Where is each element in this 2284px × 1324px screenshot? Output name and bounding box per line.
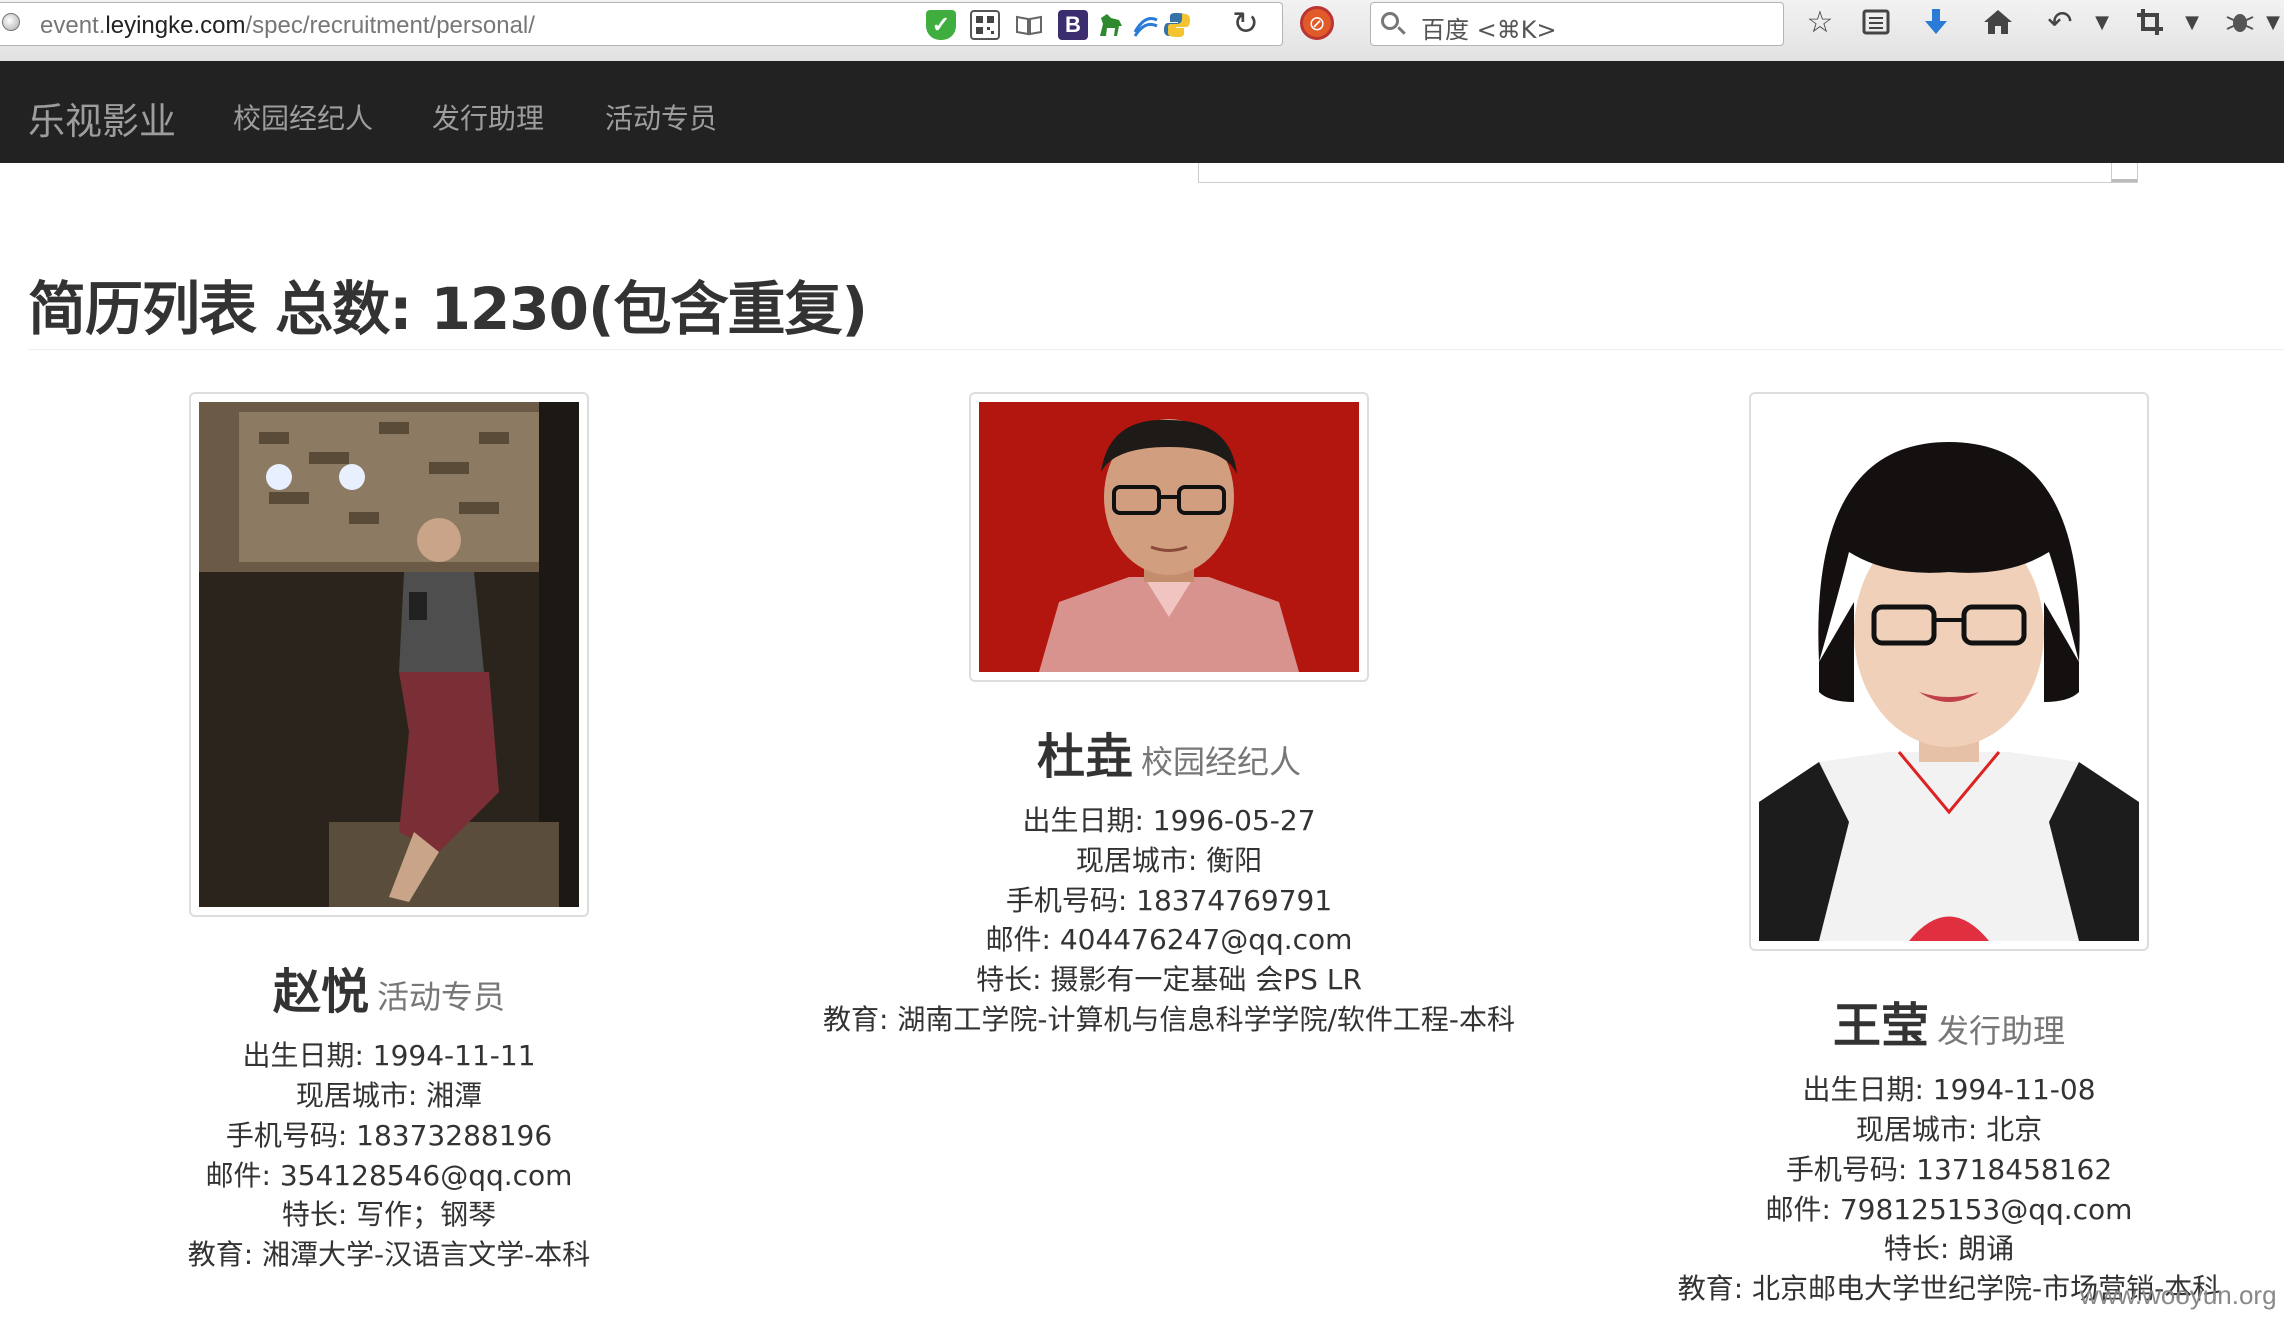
address-text[interactable]: event.leyingke.com/spec/recruitment/pers… (40, 12, 535, 40)
brand-logo-text[interactable]: 乐视影业 (28, 91, 176, 145)
reload-icon[interactable]: ↻ (1232, 4, 1259, 42)
candidate-birth: 出生日期: 1994-11-11 (242, 1039, 536, 1072)
bootstrap-icon[interactable]: B (1058, 10, 1088, 40)
divider (28, 349, 2284, 350)
block-icon[interactable]: ⊘ (1300, 6, 1334, 40)
candidate-skill: 特长: 朗诵 (1883, 1232, 2015, 1265)
candidate-photo-frame[interactable] (1749, 392, 2149, 951)
back-history-icon[interactable]: ↶ (2040, 2, 2080, 42)
dropdown-arrow-icon[interactable]: ▼ (2172, 2, 2212, 42)
candidate-phone: 手机号码: 18373288196 (225, 1119, 553, 1152)
candidate-role: 活动专员 (377, 978, 506, 1016)
candidate-photo-frame[interactable] (189, 392, 589, 917)
candidate-birth: 出生日期: 1996-05-27 (1022, 804, 1316, 837)
python-icon[interactable] (1162, 10, 1192, 40)
page-title: 简历列表 总数: 1230(包含重复) (28, 275, 868, 343)
nav-link-event-specialist[interactable]: 活动专员 (605, 97, 717, 137)
browser-toolbar: event.leyingke.com/spec/recruitment/pers… (0, 0, 2284, 62)
candidate-photo (979, 402, 1359, 672)
candidate-city: 现居城市: 北京 (1855, 1113, 2043, 1146)
candidate-phone: 手机号码: 18374769791 (1005, 884, 1333, 917)
candidate-city: 现居城市: 湘潭 (295, 1079, 483, 1112)
qr-code-icon[interactable] (970, 10, 1000, 40)
moon-wave-icon[interactable] (1130, 10, 1160, 40)
search-icon (1381, 12, 1399, 30)
crop-icon[interactable] (2130, 2, 2170, 42)
reader-view-icon[interactable] (1014, 10, 1044, 40)
dropdown-arrow-icon[interactable]: ▼ (2082, 2, 2122, 42)
candidate-email: 邮件: 404476247@qq.com (985, 923, 1353, 956)
candidate-name: 王莹 (1832, 998, 1929, 1054)
search-placeholder: 百度 <⌘K> (1421, 16, 1557, 44)
candidate-heading: 杜垚 校园经纪人 (719, 717, 1619, 787)
watermark: www.wooyun.org (2080, 1280, 2277, 1310)
bug-icon[interactable] (2220, 2, 2260, 42)
candidate-photo (1759, 402, 2139, 941)
home-icon[interactable] (1978, 2, 2018, 42)
nav-link-distribution-assistant[interactable]: 发行助理 (432, 97, 544, 137)
candidate-phone: 手机号码: 13718458162 (1785, 1153, 2113, 1186)
shield-icon[interactable]: ✓ (926, 10, 956, 40)
candidate-photo-frame[interactable] (969, 392, 1369, 682)
candidate-photo (199, 402, 579, 907)
filter-select[interactable] (1198, 163, 2138, 183)
candidate-education: 教育: 湘潭大学-汉语言文学-本科 (187, 1238, 591, 1271)
horse-icon[interactable] (1096, 10, 1126, 40)
bookmark-star-icon[interactable]: ☆ (1800, 2, 1840, 42)
site-navbar: 乐视影业 校园经纪人 发行助理 活动专员 (0, 61, 2284, 163)
candidate-skill: 特长: 写作；钢琴 (281, 1198, 497, 1231)
dropdown-arrow-icon[interactable]: ▼ (2262, 2, 2284, 42)
candidate-name: 杜垚 (1036, 729, 1133, 785)
globe-icon (2, 13, 20, 31)
candidate-role: 校园经纪人 (1141, 743, 1302, 781)
candidate-email: 邮件: 798125153@qq.com (1765, 1193, 2133, 1226)
nav-link-campus-agent[interactable]: 校园经纪人 (233, 97, 373, 137)
bookmarks-list-icon[interactable] (1856, 2, 1896, 42)
candidate-role: 发行助理 (1937, 1012, 2066, 1050)
candidate-email: 邮件: 354128546@qq.com (205, 1159, 573, 1192)
search-input[interactable]: 百度 <⌘K> (1370, 2, 1784, 46)
download-icon[interactable] (1916, 2, 1956, 42)
address-bar[interactable]: event.leyingke.com/spec/recruitment/pers… (0, 2, 1283, 46)
candidate-heading: 王莹 发行助理 (1499, 986, 2284, 1056)
candidate-name: 赵悦 (272, 964, 369, 1020)
candidate-birth: 出生日期: 1994-11-08 (1802, 1073, 2096, 1106)
candidate-city: 现居城市: 衡阳 (1075, 844, 1263, 877)
